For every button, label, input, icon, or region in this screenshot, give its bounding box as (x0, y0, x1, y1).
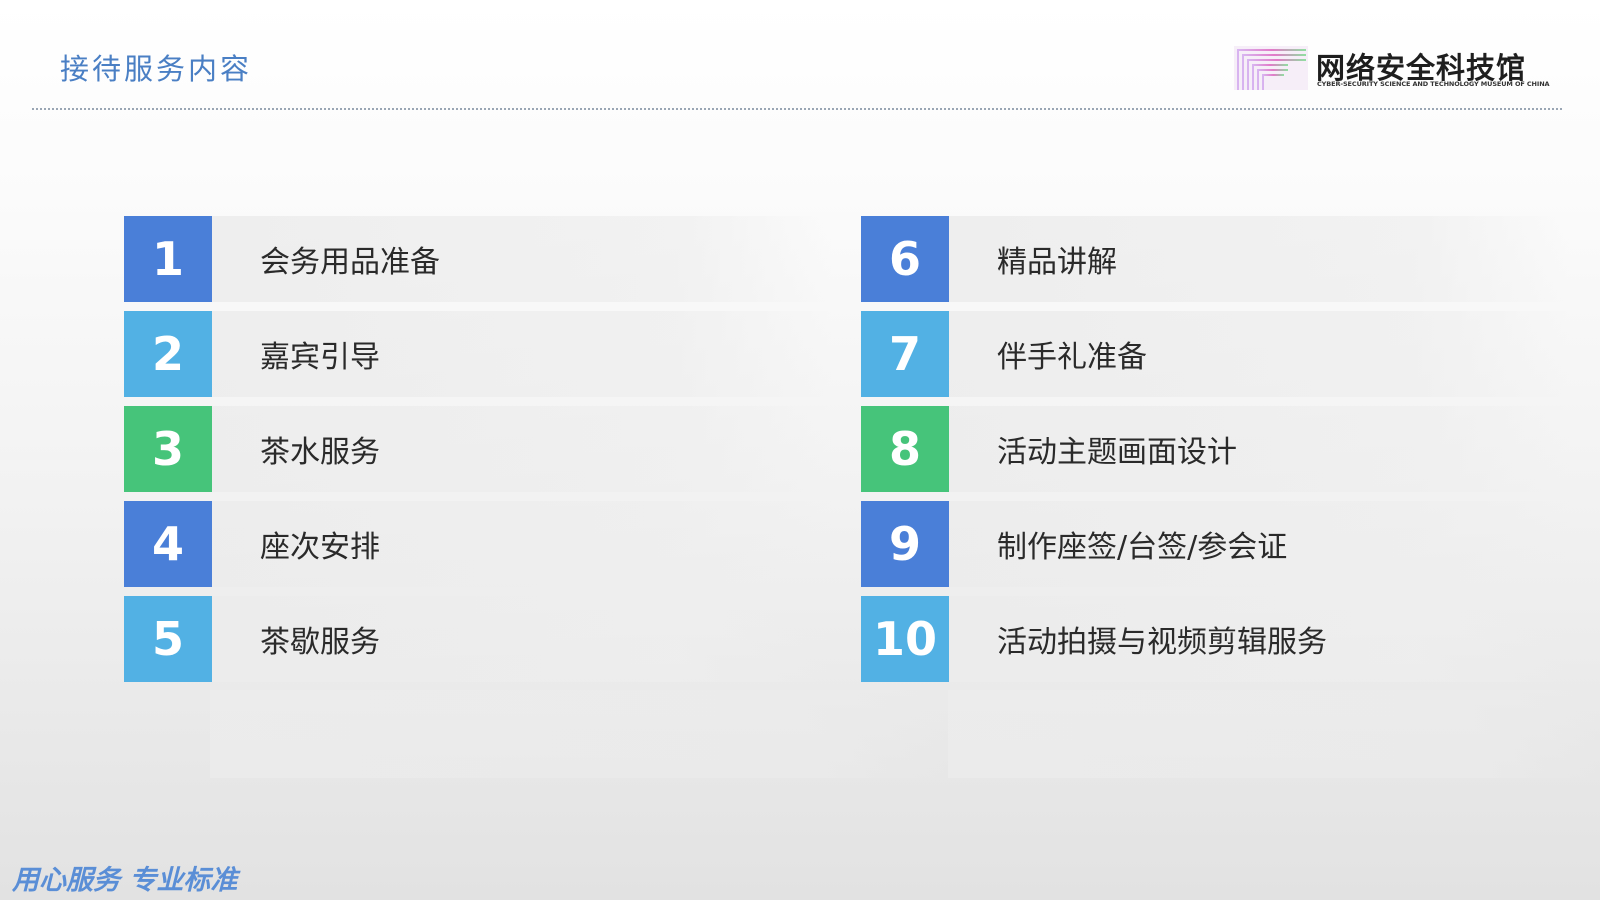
item-number-box: 6 (861, 216, 949, 302)
service-item: 10 活动拍摄与视频剪辑服务 (861, 596, 1569, 682)
service-item: 3 茶水服务 (124, 406, 832, 492)
museum-logo: 网络安全科技馆 CYBER-SECURITY SCIENCE AND TECHN… (1232, 44, 1550, 92)
item-number-box: 5 (124, 596, 212, 682)
item-number-box: 3 (124, 406, 212, 492)
logo-subtitle: CYBER-SECURITY SCIENCE AND TECHNOLOGY MU… (1317, 80, 1550, 88)
item-label: 座次安排 (260, 530, 380, 565)
item-label: 茶水服务 (260, 435, 380, 470)
service-item: 7 伴手礼准备 (861, 311, 1569, 397)
page-title: 接待服务内容 (60, 52, 253, 86)
service-item: 9 制作座签/台签/参会证 (861, 501, 1569, 587)
item-label: 精品讲解 (997, 245, 1117, 280)
service-item: 2 嘉宾引导 (124, 311, 832, 397)
service-item: 5 茶歇服务 (124, 596, 832, 682)
header-divider (32, 108, 1562, 110)
item-label: 活动拍摄与视频剪辑服务 (997, 625, 1327, 660)
item-number-box: 10 (861, 596, 949, 682)
service-item: 4 座次安排 (124, 501, 832, 587)
item-number-box: 4 (124, 501, 212, 587)
empty-row-left (210, 690, 950, 778)
item-label: 伴手礼准备 (997, 340, 1147, 375)
service-item: 1 会务用品准备 (124, 216, 832, 302)
service-item: 8 活动主题画面设计 (861, 406, 1569, 492)
item-label: 会务用品准备 (260, 245, 440, 280)
item-label: 嘉宾引导 (260, 340, 380, 375)
item-number-box: 7 (861, 311, 949, 397)
service-item: 6 精品讲解 (861, 216, 1569, 302)
item-label: 茶歇服务 (260, 625, 380, 660)
museum-logo-mark-icon (1234, 46, 1308, 90)
item-number-box: 2 (124, 311, 212, 397)
item-label: 制作座签/台签/参会证 (997, 530, 1288, 565)
item-number-box: 8 (861, 406, 949, 492)
slogan: 用心服务 专业标准 (12, 865, 238, 896)
item-number-box: 9 (861, 501, 949, 587)
item-number-box: 1 (124, 216, 212, 302)
empty-row-right (948, 690, 1600, 778)
item-label: 活动主题画面设计 (997, 435, 1237, 470)
